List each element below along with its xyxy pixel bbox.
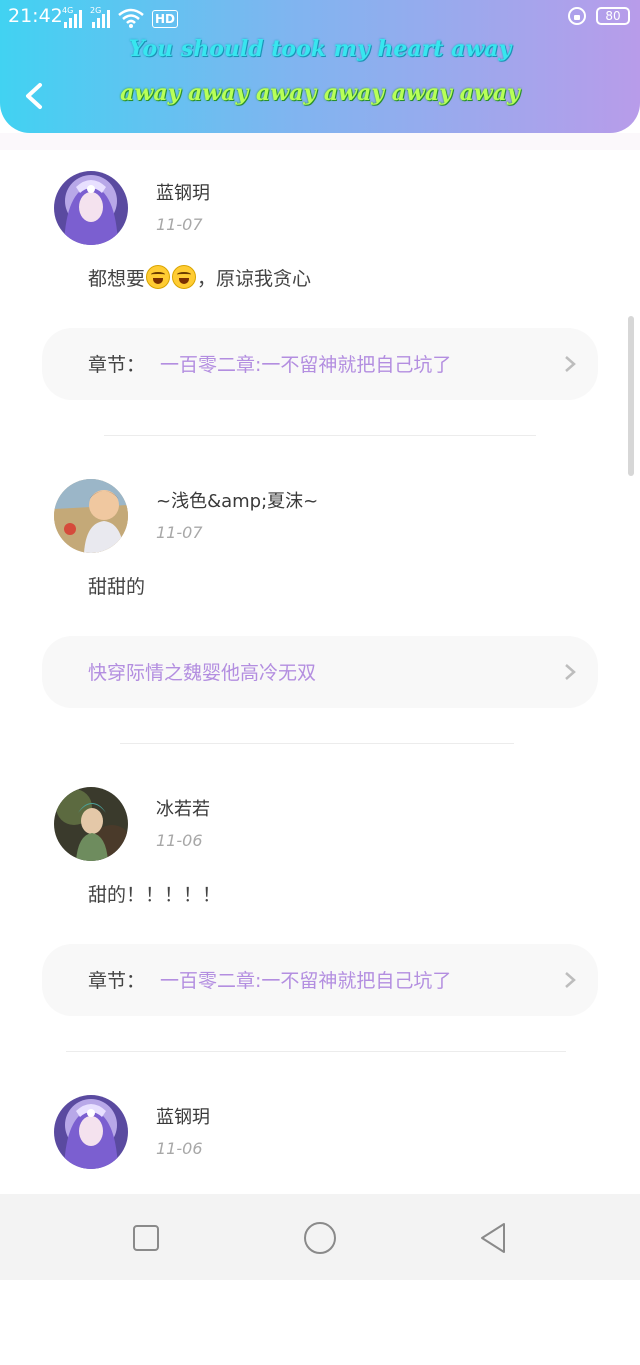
tears-of-joy-emoji — [146, 265, 171, 289]
avatar[interactable] — [54, 1095, 128, 1169]
signal-icon: 2G — [90, 6, 112, 28]
username[interactable]: 蓝钢玥 — [156, 1103, 210, 1129]
status-bar: 21:42 4G 2G HD 80 — [0, 0, 640, 34]
avatar[interactable] — [54, 479, 128, 553]
comment-item: 冰若若 11-06 甜的！！！！！ 章节： 一百零二章:一不留神就把自己坑了 — [0, 767, 640, 1057]
chevron-left-icon — [26, 83, 42, 109]
tears-of-joy-emoji — [172, 265, 197, 289]
username[interactable]: 冰若若 — [156, 795, 210, 821]
home-button[interactable] — [302, 1220, 338, 1256]
signal-icon: 4G — [62, 6, 84, 28]
comment-date: 11-07 — [156, 215, 203, 234]
circle-icon — [304, 1222, 336, 1254]
status-time: 21:42 — [8, 5, 63, 27]
recents-button[interactable] — [128, 1220, 164, 1256]
comment-item: ~浅色&amp;夏沫~ 11-07 甜甜的 快穿际情之魏婴他高冷无双 — [0, 459, 640, 749]
avatar-image — [54, 787, 128, 861]
comment-text: 甜甜的 — [88, 576, 146, 598]
chevron-right-icon — [562, 970, 578, 990]
status-icons: 4G 2G HD — [62, 6, 179, 28]
network-type-1: 4G — [62, 6, 74, 15]
chapter-link[interactable]: 章节： 一百零二章:一不留神就把自己坑了 — [42, 944, 598, 1016]
comment-text: 甜的！！！！！ — [88, 884, 222, 906]
chevron-right-icon — [562, 662, 578, 682]
chapter-link[interactable]: 快穿际情之魏婴他高冷无双 — [42, 636, 598, 708]
chapter-link[interactable]: 章节： 一百零二章:一不留神就把自己坑了 — [42, 328, 598, 400]
chapter-title: 一百零二章:一不留神就把自己坑了 — [160, 354, 452, 376]
header-bar: 21:42 4G 2G HD 80 You should took my hea… — [0, 0, 640, 133]
nav-back-button[interactable] — [476, 1220, 512, 1256]
divider — [66, 1051, 566, 1052]
comment-text: 都想要 ，原谅我贪心 — [88, 264, 311, 291]
scrollbar[interactable] — [628, 316, 634, 476]
comment-date: 11-06 — [156, 831, 203, 850]
wifi-icon — [118, 8, 144, 28]
rotation-lock-icon — [568, 7, 586, 25]
username[interactable]: 蓝钢玥 — [156, 179, 210, 205]
divider — [120, 743, 514, 744]
chapter-label: 章节： — [88, 354, 146, 376]
header-shadow-band — [0, 133, 640, 150]
avatar-image — [54, 171, 128, 245]
back-button[interactable] — [20, 80, 46, 112]
chapter-title: 一百零二章:一不留神就把自己坑了 — [160, 970, 452, 992]
square-icon — [133, 1225, 159, 1251]
comment-date: 11-07 — [156, 523, 203, 542]
hd-badge: HD — [152, 10, 179, 28]
chapter-title: 快穿际情之魏婴他高冷无双 — [88, 662, 317, 684]
divider — [104, 435, 536, 436]
lyric-line-2: away away away away away away — [120, 80, 520, 106]
triangle-back-icon — [481, 1223, 505, 1253]
avatar[interactable] — [54, 171, 128, 245]
avatar-image — [54, 1095, 128, 1169]
network-type-2: 2G — [90, 6, 102, 15]
comment-item: 蓝钢玥 11-07 都想要 ，原谅我贪心 章节： 一百零二章:一不留神就把自己坑了 — [0, 151, 640, 441]
comment-date: 11-06 — [156, 1139, 203, 1158]
username[interactable]: ~浅色&amp;夏沫~ — [156, 487, 318, 513]
system-nav-bar — [0, 1194, 640, 1280]
chapter-label: 章节： — [88, 970, 146, 992]
avatar[interactable] — [54, 787, 128, 861]
battery-icon: 80 — [596, 7, 630, 25]
comment-text-part: ，原谅我贪心 — [197, 268, 312, 290]
lyric-line-1: You should took my heart away — [128, 36, 512, 62]
chevron-right-icon — [562, 354, 578, 374]
avatar-image — [54, 479, 128, 553]
comment-text-part: 都想要 — [88, 268, 146, 290]
